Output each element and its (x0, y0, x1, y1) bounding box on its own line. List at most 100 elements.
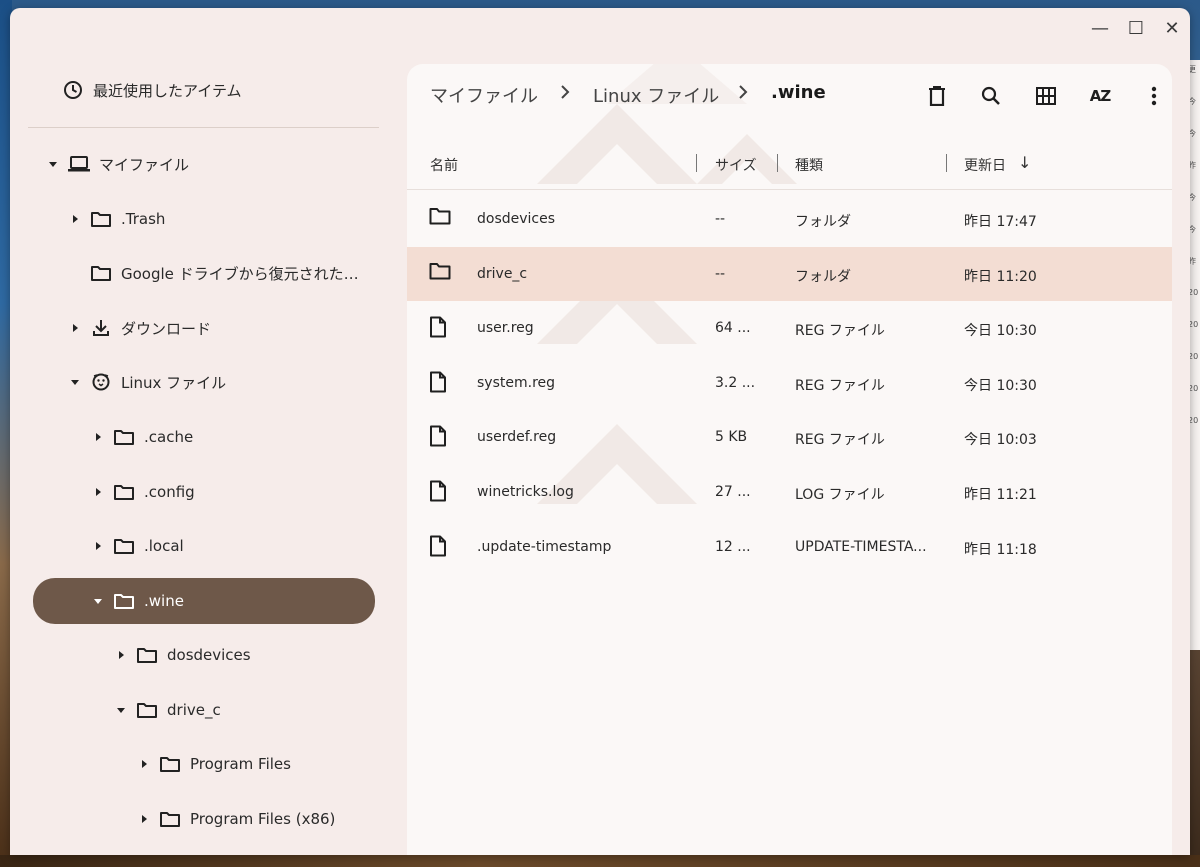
caret-down-icon[interactable] (68, 375, 82, 389)
caret-right-icon[interactable] (137, 812, 151, 826)
column-header-date[interactable]: 更新日 (964, 155, 1006, 175)
file-row[interactable]: userdef.reg 5 KB REG ファイル 今日 10:03 (407, 410, 1172, 464)
sidebar-item-my-files[interactable]: マイファイル (46, 144, 189, 184)
file-date: 今日 10:30 (964, 323, 1037, 340)
files-app-window: — ☐ ✕ 最近使用したアイテム マイファイル .Trash Google ドラ… (10, 8, 1190, 855)
penguin-icon (90, 371, 112, 393)
minimize-button[interactable]: — (1087, 16, 1113, 40)
file-icon (429, 480, 453, 504)
file-size: 12 ... (715, 538, 751, 555)
file-name: dosdevices (477, 211, 556, 227)
clock-icon (62, 79, 84, 101)
sidebar-item-downloads[interactable]: ダウンロード (68, 308, 211, 348)
caret-right-icon[interactable] (91, 430, 105, 444)
sort-icon: AZ (1089, 87, 1111, 105)
sidebar-item-label: マイファイル (99, 155, 190, 174)
column-header-name[interactable]: 名前 (430, 155, 458, 175)
column-resize-handle[interactable] (946, 154, 947, 172)
caret-right-icon[interactable] (91, 539, 105, 553)
file-type: UPDATE-TIMESTA... (795, 538, 927, 555)
chevron-right-icon (559, 84, 571, 100)
folder-icon (136, 644, 158, 666)
sidebar-item-label: Program Files (x86) (190, 810, 336, 828)
file-type: LOG ファイル (795, 487, 885, 503)
toolbar: マイファイル Linux ファイル .wine AZ (407, 64, 1172, 126)
grid-view-icon (1036, 87, 1056, 105)
sidebar-item-label: dosdevices (167, 646, 251, 664)
caret-down-icon[interactable] (46, 157, 60, 171)
sidebar-item-program-files[interactable]: Program Files (137, 744, 291, 784)
file-list-panel: マイファイル Linux ファイル .wine AZ 名前 サイズ 種類 更新日… (407, 64, 1172, 855)
more-options-button[interactable] (1140, 82, 1168, 110)
sidebar-item-label: ダウンロード (121, 319, 212, 338)
file-row[interactable]: drive_c -- フォルダ 昨日 11:20 (407, 246, 1172, 301)
breadcrumb-item-linux-files[interactable]: Linux ファイル (593, 82, 719, 108)
laptop-icon (68, 153, 90, 175)
sidebar-item-label: 最近使用したアイテム (93, 81, 242, 100)
sort-button[interactable]: AZ (1086, 82, 1114, 110)
column-header-size[interactable]: サイズ (715, 155, 757, 175)
more-vert-icon (1151, 86, 1157, 106)
file-size: -- (715, 265, 726, 282)
file-type: フォルダ (795, 214, 851, 230)
sidebar-item-wine[interactable]: .wine (33, 578, 375, 624)
column-resize-handle[interactable] (777, 154, 778, 172)
caret-right-icon[interactable] (68, 212, 82, 226)
file-row[interactable]: dosdevices -- フォルダ 昨日 17:47 (407, 192, 1172, 246)
close-button[interactable]: ✕ (1159, 16, 1185, 40)
caret-down-icon[interactable] (114, 703, 128, 717)
file-row[interactable]: user.reg 64 ... REG ファイル 今日 10:30 (407, 301, 1172, 355)
sidebar-item-drive-c[interactable]: drive_c (114, 690, 221, 730)
title-bar[interactable]: — ☐ ✕ (10, 8, 1190, 48)
column-header-type[interactable]: 種類 (795, 155, 823, 175)
sidebar-item-program-files-x86[interactable]: Program Files (x86) (137, 799, 335, 839)
caret-right-icon[interactable] (68, 321, 82, 335)
file-type: フォルダ (795, 268, 851, 285)
folder-icon (90, 262, 112, 284)
column-resize-handle[interactable] (696, 154, 697, 172)
search-button[interactable] (977, 82, 1005, 110)
sidebar-item-label: Google ドライブから復元された… (121, 264, 359, 283)
sidebar-item-cache[interactable]: .cache (91, 417, 193, 457)
wallpaper-bottom-edge (0, 855, 1200, 867)
sidebar-item-label: Linux ファイル (121, 373, 227, 392)
file-row[interactable]: system.reg 3.2 ... REG ファイル 今日 10:30 (407, 356, 1172, 410)
sidebar-item-label: .config (144, 483, 195, 501)
file-type: REG ファイル (795, 323, 885, 340)
maximize-button[interactable]: ☐ (1123, 16, 1149, 40)
caret-right-icon[interactable] (114, 648, 128, 662)
file-name: userdef.reg (477, 429, 557, 446)
file-type: REG ファイル (795, 432, 885, 449)
file-date: 昨日 17:47 (964, 214, 1037, 230)
file-size: 3.2 ... (715, 374, 756, 391)
sidebar-item-label: Program Files (190, 755, 291, 773)
file-icon (429, 371, 453, 395)
file-size: 5 KB (715, 429, 748, 446)
sidebar-item-google-drive-restored[interactable]: Google ドライブから復元された… (90, 253, 359, 293)
caret-right-icon[interactable] (91, 485, 105, 499)
folder-icon (136, 699, 158, 721)
folder-icon (159, 808, 181, 830)
file-date: 昨日 11:20 (964, 268, 1037, 285)
delete-button[interactable] (923, 82, 951, 110)
folder-icon (113, 426, 135, 448)
search-icon (981, 86, 1001, 106)
grid-view-button[interactable] (1032, 82, 1060, 110)
file-row[interactable]: .update-timestamp 12 ... UPDATE-TIMESTA...… (407, 520, 1172, 574)
file-row[interactable]: winetricks.log 27 ... LOG ファイル 昨日 11:21 (407, 465, 1172, 519)
sidebar-item-recent[interactable]: 最近使用したアイテム (62, 70, 242, 110)
sidebar-divider (28, 127, 379, 128)
sidebar-item-trash[interactable]: .Trash (68, 199, 165, 239)
caret-right-icon[interactable] (137, 757, 151, 771)
sidebar-item-linux-files[interactable]: Linux ファイル (68, 362, 226, 402)
sidebar-item-local[interactable]: .local (91, 526, 184, 566)
sidebar-item-config[interactable]: .config (91, 472, 195, 512)
breadcrumb-item-my-files[interactable]: マイファイル (430, 82, 538, 108)
folder-icon (159, 753, 181, 775)
sidebar-item-dosdevices[interactable]: dosdevices (114, 635, 251, 675)
file-icon (429, 316, 453, 340)
caret-down-icon[interactable] (91, 594, 105, 608)
sort-descending-icon[interactable]: ↓ (1018, 153, 1031, 172)
file-date: 昨日 11:21 (964, 487, 1037, 503)
download-icon (90, 317, 112, 339)
